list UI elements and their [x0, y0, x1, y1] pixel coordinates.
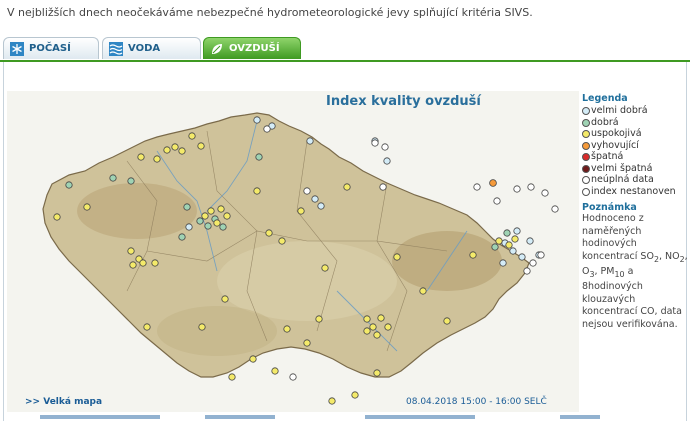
- legend-panel: Legenda velmi dobrá dobrá uspokojivá vyhovu…: [582, 93, 688, 331]
- waves-icon: [109, 41, 123, 56]
- truncated-footer-links: [0, 414, 690, 421]
- legend-dot-icon: [582, 107, 590, 115]
- legend-label: špatná: [591, 151, 624, 162]
- leaf-icon: [212, 43, 222, 54]
- legend-label: neúplná data: [591, 174, 654, 185]
- legend-label: vyhovující: [591, 139, 639, 151]
- legend-dot-icon: [582, 187, 590, 196]
- tab-ovzdusi[interactable]: OVZDUŠÍ: [203, 37, 301, 59]
- legend-dot-icon: [582, 176, 590, 184]
- map-timestamp: 08.04.2018 15:00 - 16:00 SELČ: [406, 397, 547, 407]
- map-title: Index kvality ovzduší: [326, 94, 481, 109]
- tab-voda[interactable]: VODA: [102, 37, 201, 59]
- legend-item: vyhovující: [582, 140, 688, 152]
- legend-item: dobrá: [582, 117, 688, 129]
- legend-label: index nestanoven: [591, 185, 676, 197]
- big-map-link[interactable]: >> Velká mapa: [25, 397, 102, 407]
- legend-item: velmi dobrá: [582, 105, 688, 117]
- warning-notice: V nejbližších dnech neočekáváme nebezpeč…: [7, 6, 533, 19]
- legend-item: uspokojivá: [582, 128, 688, 140]
- legend-dot-icon: [582, 130, 590, 138]
- legend-dot-icon: [582, 141, 590, 150]
- legend-label: dobrá: [591, 116, 619, 128]
- legend-item: špatná: [582, 151, 688, 163]
- tab-ovzdusi-label: OVZDUŠÍ: [229, 43, 280, 54]
- legend-label: velmi špatná: [591, 162, 653, 174]
- legend-item: index nestanoven: [582, 186, 688, 198]
- legend-dot-icon: [582, 153, 590, 161]
- legend-dot-icon: [582, 118, 590, 127]
- legend-item: velmi špatná: [582, 163, 688, 175]
- legend-label: velmi dobrá: [591, 105, 648, 116]
- legend-list: velmi dobrá dobrá uspokojivá vyhovující špat…: [582, 105, 688, 197]
- section-tabs: POČASÍ VODA OVZDUŠÍ: [0, 37, 690, 61]
- tab-pocasi[interactable]: POČASÍ: [3, 37, 99, 59]
- legend-dot-icon: [582, 164, 590, 173]
- snowflake-icon: [10, 41, 24, 56]
- note-title: Poznámka: [582, 202, 637, 213]
- air-quality-map[interactable]: [7, 91, 579, 412]
- note-text: Hodnoceno z naměřených hodinových koncen…: [582, 213, 688, 330]
- tab-pocasi-label: POČASÍ: [29, 43, 71, 54]
- legend-item: neúplná data: [582, 174, 688, 186]
- map-svg: [42, 112, 559, 405]
- legend-label: uspokojivá: [591, 128, 642, 139]
- tab-voda-label: VODA: [128, 43, 161, 54]
- legend-title: Legenda: [582, 93, 628, 104]
